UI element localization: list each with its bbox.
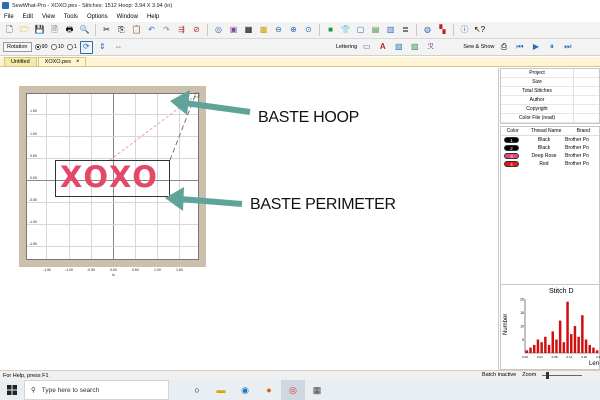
step-forward-icon[interactable]: ⏭ [561, 41, 574, 54]
thread-name-column-header[interactable]: Thread Name [525, 128, 568, 134]
zoom-slider[interactable] [542, 371, 583, 379]
status-bar: For Help, press F1 Batch inactive Zoom [0, 370, 600, 380]
task-view-icon[interactable]: ○ [185, 380, 209, 400]
property-label: Project [501, 69, 574, 77]
baste-perimeter-label: BASTE PERIMETER [250, 196, 396, 213]
thread-brand: Brother Po [565, 161, 589, 167]
histogram-bar [573, 326, 577, 353]
edge-browser-icon[interactable]: ◉ [233, 380, 257, 400]
property-label: Copyright [501, 105, 574, 113]
color-column-header[interactable]: Color [501, 128, 525, 134]
histogram-bar [536, 339, 540, 353]
property-label: Color File (read) [501, 114, 574, 122]
histogram-bar [555, 339, 558, 353]
thread-brand: Brother Po [565, 137, 589, 143]
histogram-x-tick: 0.16 [581, 355, 587, 359]
design-properties: Project Size Total Stitches Author Copyr… [500, 68, 600, 124]
search-icon: ⚲ [31, 387, 36, 394]
histogram-title: Stitch D [549, 288, 574, 295]
histogram-y-tick: 10 [520, 325, 524, 329]
histogram-bar [529, 347, 532, 353]
histogram-bar [544, 336, 547, 353]
histogram-x-tick: 0.00 [522, 355, 528, 359]
histogram-bar [547, 344, 551, 353]
histogram-bar [577, 336, 580, 353]
thread-row[interactable]: 3 Deep Rose Brother Po [501, 152, 599, 160]
property-row: Author [501, 96, 599, 105]
property-label: Size [501, 78, 574, 86]
histogram-bar [566, 301, 569, 353]
thread-row[interactable]: 4 Red Brother Po [501, 160, 599, 168]
zoom-label: Zoom [522, 372, 537, 378]
baste-perimeter-arrow [165, 187, 243, 211]
histogram-bar [558, 320, 562, 353]
histogram-y-label: Number [503, 313, 509, 335]
thread-color-chip: 3 [504, 153, 519, 159]
thread-color-chip: 1 [504, 137, 519, 143]
step-back-icon[interactable]: ⏮ [513, 41, 526, 54]
search-input[interactable]: Type here to search [42, 387, 99, 394]
property-row: Size [501, 78, 599, 87]
histogram-bar [533, 344, 536, 353]
histogram-bar [525, 350, 529, 353]
thread-color-chip: 4 [504, 161, 519, 167]
histogram-bar [562, 342, 566, 353]
app-window: SewWhat-Pro - XOXO.pes - Stitches: 1512 … [0, 0, 600, 400]
property-label: Total Stitches [501, 87, 574, 95]
thread-brand: Brother Po [565, 145, 589, 151]
windows-taskbar: ⚲ Type here to search ○ ▬ ◉ ● ◎ ▦ [0, 380, 600, 400]
histogram-x-tick: 0.08 [552, 355, 558, 359]
baste-hoop-arrow [170, 90, 251, 115]
histogram-axes [524, 299, 599, 354]
stitch-histogram: Stitch D Number Len 20 15 10 5 0.00 0.04 0.08 0… [500, 284, 600, 370]
property-row: Copyright [501, 105, 599, 114]
histogram-bar [595, 350, 599, 353]
property-row: Project [501, 69, 599, 78]
sewwhat-pro-taskbar-icon[interactable]: ▦ [305, 380, 329, 400]
thread-brand: Brother Po [565, 153, 589, 159]
taskbar-search[interactable]: ⚲ Type here to search [24, 380, 169, 400]
histogram-bar [592, 347, 595, 353]
batch-status: Batch inactive [482, 372, 517, 378]
thread-name: Deep Rose [531, 153, 557, 159]
histogram-bar [570, 334, 573, 353]
thread-name: Black [537, 137, 551, 143]
histogram-bar [540, 342, 543, 353]
help-status-text: For Help, press F1 [3, 372, 49, 379]
histogram-plot: 20 15 10 5 0.00 0.04 0.08 0.12 0.16 0.20 [520, 298, 600, 360]
firefox-icon[interactable]: ● [257, 380, 281, 400]
thread-list-header: Color Thread Name Brand [501, 127, 599, 136]
thread-row[interactable]: 1 Black Brother Po [501, 136, 599, 144]
thread-row[interactable]: 2 Black Brother Po [501, 144, 599, 152]
play-icon[interactable]: ▶ [529, 41, 542, 54]
windows-logo-icon [7, 385, 17, 395]
histogram-x-tick: 0.20 [596, 355, 600, 359]
histogram-x-tick: 0.12 [566, 355, 572, 359]
pause-icon[interactable]: ⏸ [545, 41, 558, 54]
histogram-bar [581, 315, 584, 353]
histogram-x-label: Len [589, 361, 600, 367]
histogram-bar [588, 344, 591, 353]
property-label: Author [501, 96, 574, 104]
thread-name: Black [537, 145, 551, 151]
histogram-y-tick: 5 [522, 338, 524, 342]
histogram-y-tick: 15 [520, 311, 524, 315]
histogram-x-tick: 0.04 [537, 355, 543, 359]
property-row: Total Stitches [501, 87, 599, 96]
thread-color-chip: 2 [504, 145, 519, 151]
property-row: Color File (read) [501, 114, 599, 123]
baste-hoop-label: BASTE HOOP [258, 109, 360, 126]
file-explorer-icon[interactable]: ▬ [209, 380, 233, 400]
annotation-arrows [165, 90, 251, 211]
histogram-y-tick: 20 [520, 298, 524, 302]
machine-icon[interactable]: ⎙ [497, 41, 510, 54]
start-button[interactable] [0, 380, 24, 400]
brand-column-header[interactable]: Brand [568, 128, 599, 134]
histogram-bar [584, 339, 588, 353]
histogram-bar [551, 331, 554, 353]
thread-name: Red [539, 161, 549, 167]
chrome-icon[interactable]: ◎ [281, 380, 305, 400]
